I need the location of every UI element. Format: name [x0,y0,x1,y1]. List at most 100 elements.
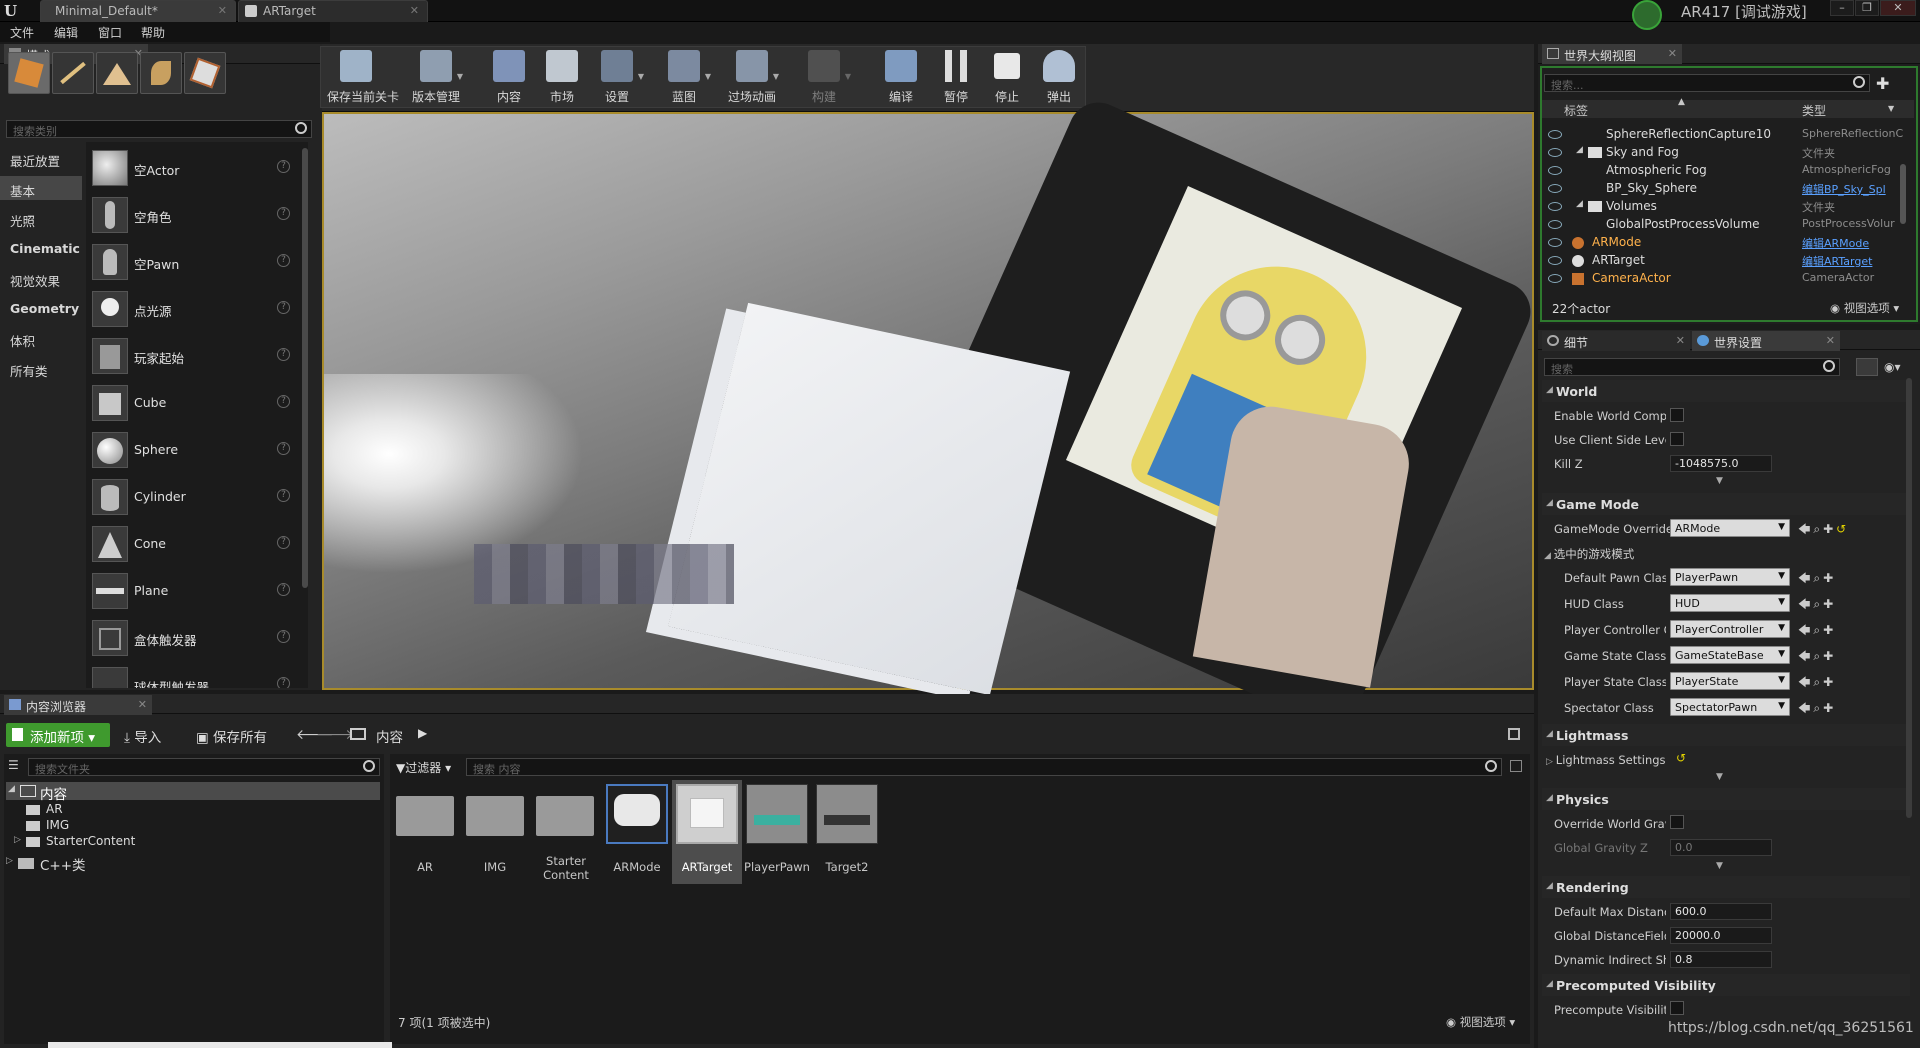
list-item[interactable]: 玩家起始? [90,334,298,378]
marketplace-button[interactable]: 市场 [533,46,591,106]
settings-button[interactable]: 设置 ▼ [588,46,646,106]
tree-item-starter-content[interactable]: ▷ StarterContent [14,834,314,850]
eye-icon[interactable] [1548,166,1562,175]
tree-item-ar[interactable]: AR [26,802,326,818]
source-control-button[interactable]: 版本管理 ▼ [407,46,465,106]
tab-world-outliner[interactable]: 世界大纲视图 ✕ [1542,44,1682,64]
outliner-view-options[interactable]: ◉ 视图选项 ▾ [1830,300,1899,316]
help-icon[interactable]: ? [277,301,290,314]
content-view-options[interactable]: ◉ 视图选项 ▾ [1446,1014,1515,1030]
game-state-select[interactable]: GameStateBase ▼ [1670,646,1790,664]
lightmass-settings-group[interactable]: ▷ Lightmass Settings [1546,753,1696,767]
maximize-button[interactable]: ❐ [1855,0,1879,16]
reset-icon[interactable]: ↺ [1676,751,1686,765]
asset-target2[interactable] [816,784,878,844]
category-geometry[interactable]: Geometry [0,296,82,320]
list-item[interactable]: 空Actor? [90,146,298,190]
list-item[interactable]: 点光源? [90,287,298,331]
help-icon[interactable]: ? [277,583,290,596]
section-world[interactable]: ◢ World [1542,380,1910,402]
asset-folder-ar[interactable] [396,786,458,846]
help-icon[interactable]: ? [277,630,290,643]
cinematics-button[interactable]: 过场动画 ▼ [723,46,781,106]
filter-button[interactable]: ▼过滤器 ▾ [396,759,460,775]
grid-view-icon[interactable] [1856,358,1878,376]
use-client-side-checkbox[interactable] [1670,432,1684,446]
close-icon[interactable]: ✕ [1676,334,1685,347]
global-gravity-field[interactable]: 0.0 [1670,839,1772,856]
menu-file[interactable]: 文件 [10,24,34,41]
eye-icon[interactable] [1548,202,1562,211]
build-button[interactable]: 构建 ▼ [795,46,853,106]
eye-icon[interactable] [1548,130,1562,139]
eye-icon[interactable] [1548,256,1562,265]
tab-minimal-default[interactable]: Minimal_Default* ✕ [40,0,236,22]
row-type-link[interactable]: 编辑ARMode [1802,235,1869,251]
details-search-input[interactable]: 搜索 [1544,358,1840,376]
spectator-class-select[interactable]: SpectatorPawn ▼ [1670,698,1790,716]
column-type[interactable]: 类型 [1802,102,1826,119]
compile-button[interactable]: 编译 [872,46,930,106]
tree-item-img[interactable]: IMG [26,818,326,834]
category-all-classes[interactable]: 所有类 [0,356,82,380]
override-gravity-checkbox[interactable] [1670,815,1684,829]
content-button[interactable]: 内容 [480,46,538,106]
row-type-link[interactable]: 编辑ARTarget [1802,253,1872,269]
eye-icon[interactable]: ◉▾ [1884,360,1901,374]
help-icon[interactable]: ? [277,677,290,688]
enable-world-composition-checkbox[interactable] [1670,408,1684,422]
scrollbar[interactable] [302,148,308,588]
expand-icon[interactable]: ◢ [1576,199,1583,209]
close-window-button[interactable]: ✕ [1880,0,1916,16]
mode-landscape-button[interactable] [96,52,138,94]
expand-more-icon[interactable]: ▼ [1716,861,1723,871]
mode-place-button[interactable] [8,52,50,94]
asset-controls[interactable]: 🡄⌕✚ [1798,621,1836,642]
list-item[interactable]: Cone? [90,522,298,566]
gamemode-override-select[interactable]: ARMode ▼ [1670,519,1790,537]
list-item[interactable]: Cube? [90,381,298,425]
eye-icon[interactable] [1548,238,1562,247]
asset-armode[interactable] [606,784,668,844]
table-row[interactable]: Atmospheric Fog AtmosphericFog [1542,162,1910,180]
list-item[interactable]: 空角色? [90,193,298,237]
precompute-visibility-checkbox[interactable] [1670,1001,1684,1015]
chevron-right-icon[interactable]: ▶ [418,726,427,740]
tab-artarget[interactable]: ARTarget ✕ [238,0,428,22]
lock-icon[interactable] [1508,728,1520,740]
table-row[interactable]: CameraActor CameraActor [1542,270,1910,288]
help-icon[interactable]: ? [277,442,290,455]
kill-z-field[interactable]: -1048575.0 [1670,455,1772,472]
help-icon[interactable]: ? [277,254,290,267]
folder-search-input[interactable]: 搜索文件夹 [28,758,380,776]
close-icon[interactable]: ✕ [1668,47,1677,60]
category-volumes[interactable]: 体积 [0,326,82,350]
outliner-search-input[interactable]: 搜索... [1544,74,1870,92]
add-filter-icon[interactable]: ✚ [1876,74,1894,93]
list-item[interactable]: Sphere? [90,428,298,472]
close-icon[interactable]: ✕ [138,698,147,711]
save-all-button[interactable]: ▣ 保存所有 [196,726,267,746]
tab-content-browser[interactable]: 内容浏览器 ✕ [4,695,152,715]
tree-item-content[interactable]: ◢ 内容 [6,782,380,803]
row-type-link[interactable]: 编辑BP_Sky_Spl [1802,181,1886,197]
list-item[interactable]: Cylinder? [90,475,298,519]
category-cinematic[interactable]: Cinematic [0,236,82,260]
close-icon[interactable]: ✕ [1826,334,1835,347]
add-new-button[interactable]: 添加新项 ▾ [6,723,110,747]
eye-icon[interactable] [1548,274,1562,283]
menu-help[interactable]: 帮助 [141,24,165,41]
list-item[interactable]: Plane? [90,569,298,613]
help-icon[interactable]: ? [277,489,290,502]
help-icon[interactable]: ? [277,207,290,220]
eye-icon[interactable] [1548,148,1562,157]
save-level-button[interactable]: 保存当前关卡 [327,46,399,106]
table-row[interactable]: ARMode 编辑ARMode [1542,234,1910,252]
asset-artarget[interactable] [676,784,738,844]
selected-game-mode-group[interactable]: ◢ 选中的游戏模式 [1544,546,1704,562]
expand-more-icon[interactable]: ▼ [1716,772,1723,782]
tab-details[interactable]: 细节 ✕ [1542,331,1690,351]
asset-controls[interactable]: 🡄⌕✚ [1798,699,1836,720]
table-row[interactable]: SphereReflectionCapture10 SphereReflectio… [1542,126,1910,144]
expand-icon[interactable]: ◢ [1576,145,1583,155]
